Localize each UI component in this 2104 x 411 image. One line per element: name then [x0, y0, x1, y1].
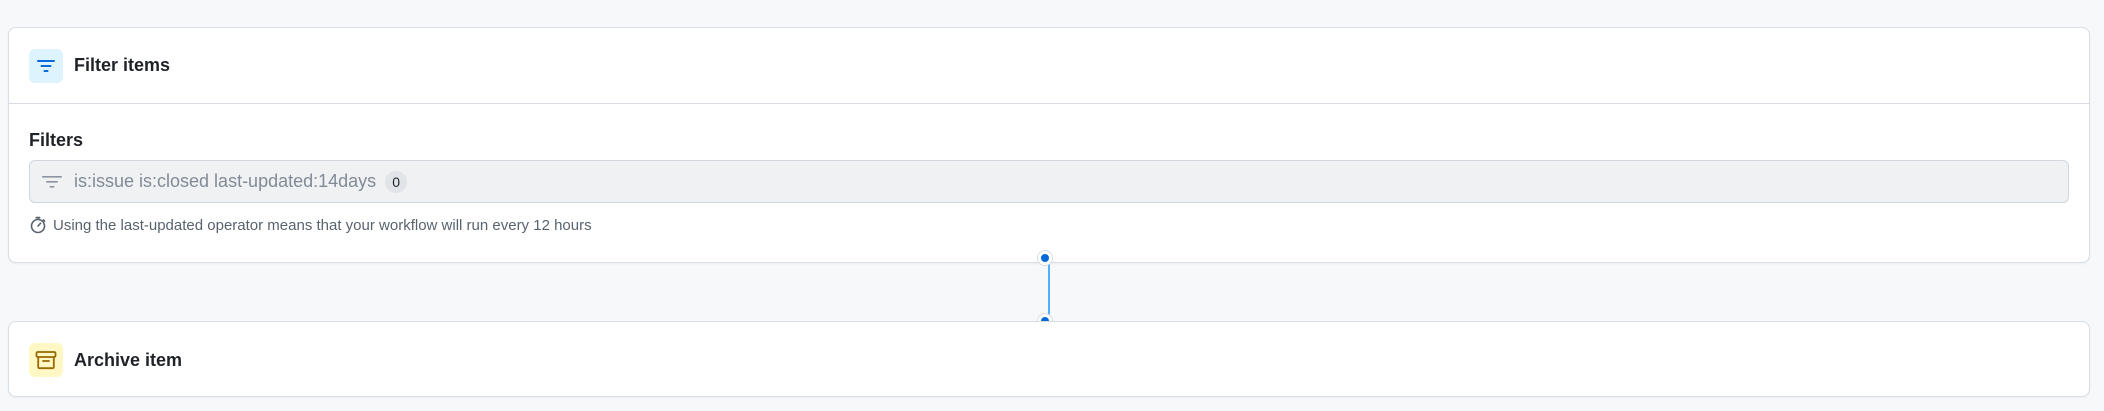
filter-icon: [37, 59, 55, 72]
filter-step-body: Filters is:issue is:closed last-updated:…: [9, 104, 2089, 234]
filters-label: Filters: [29, 130, 84, 150]
filters-input[interactable]: is:issue is:closed last-updated:14days 0: [29, 160, 2069, 203]
filter-hint: Using the last-updated operator means th…: [29, 216, 2069, 234]
filter-step-header: Filter items: [9, 28, 2089, 104]
filter-input-icon: [40, 172, 64, 192]
archive-item-step[interactable]: Archive item: [8, 321, 2090, 397]
filter-hint-text: Using the last-updated operator means th…: [53, 216, 592, 234]
filter-step-icon-badge: [29, 48, 63, 83]
stopwatch-icon: [30, 216, 46, 234]
filter-items-step[interactable]: Filter items Filters is:issue is:closed …: [8, 27, 2090, 263]
match-count-badge: 0: [385, 170, 408, 193]
filter-query-text[interactable]: is:issue is:closed last-updated:14days: [74, 171, 376, 192]
filter-step-title: Filter items: [74, 55, 171, 75]
archive-icon: [35, 351, 57, 370]
step-connector-line: [1048, 263, 1050, 321]
connector-handle-top[interactable]: [1038, 251, 1052, 265]
archive-step-header: Archive item: [9, 322, 2089, 398]
archive-step-title: Archive item: [74, 349, 183, 370]
archive-step-icon-badge: [29, 343, 63, 377]
